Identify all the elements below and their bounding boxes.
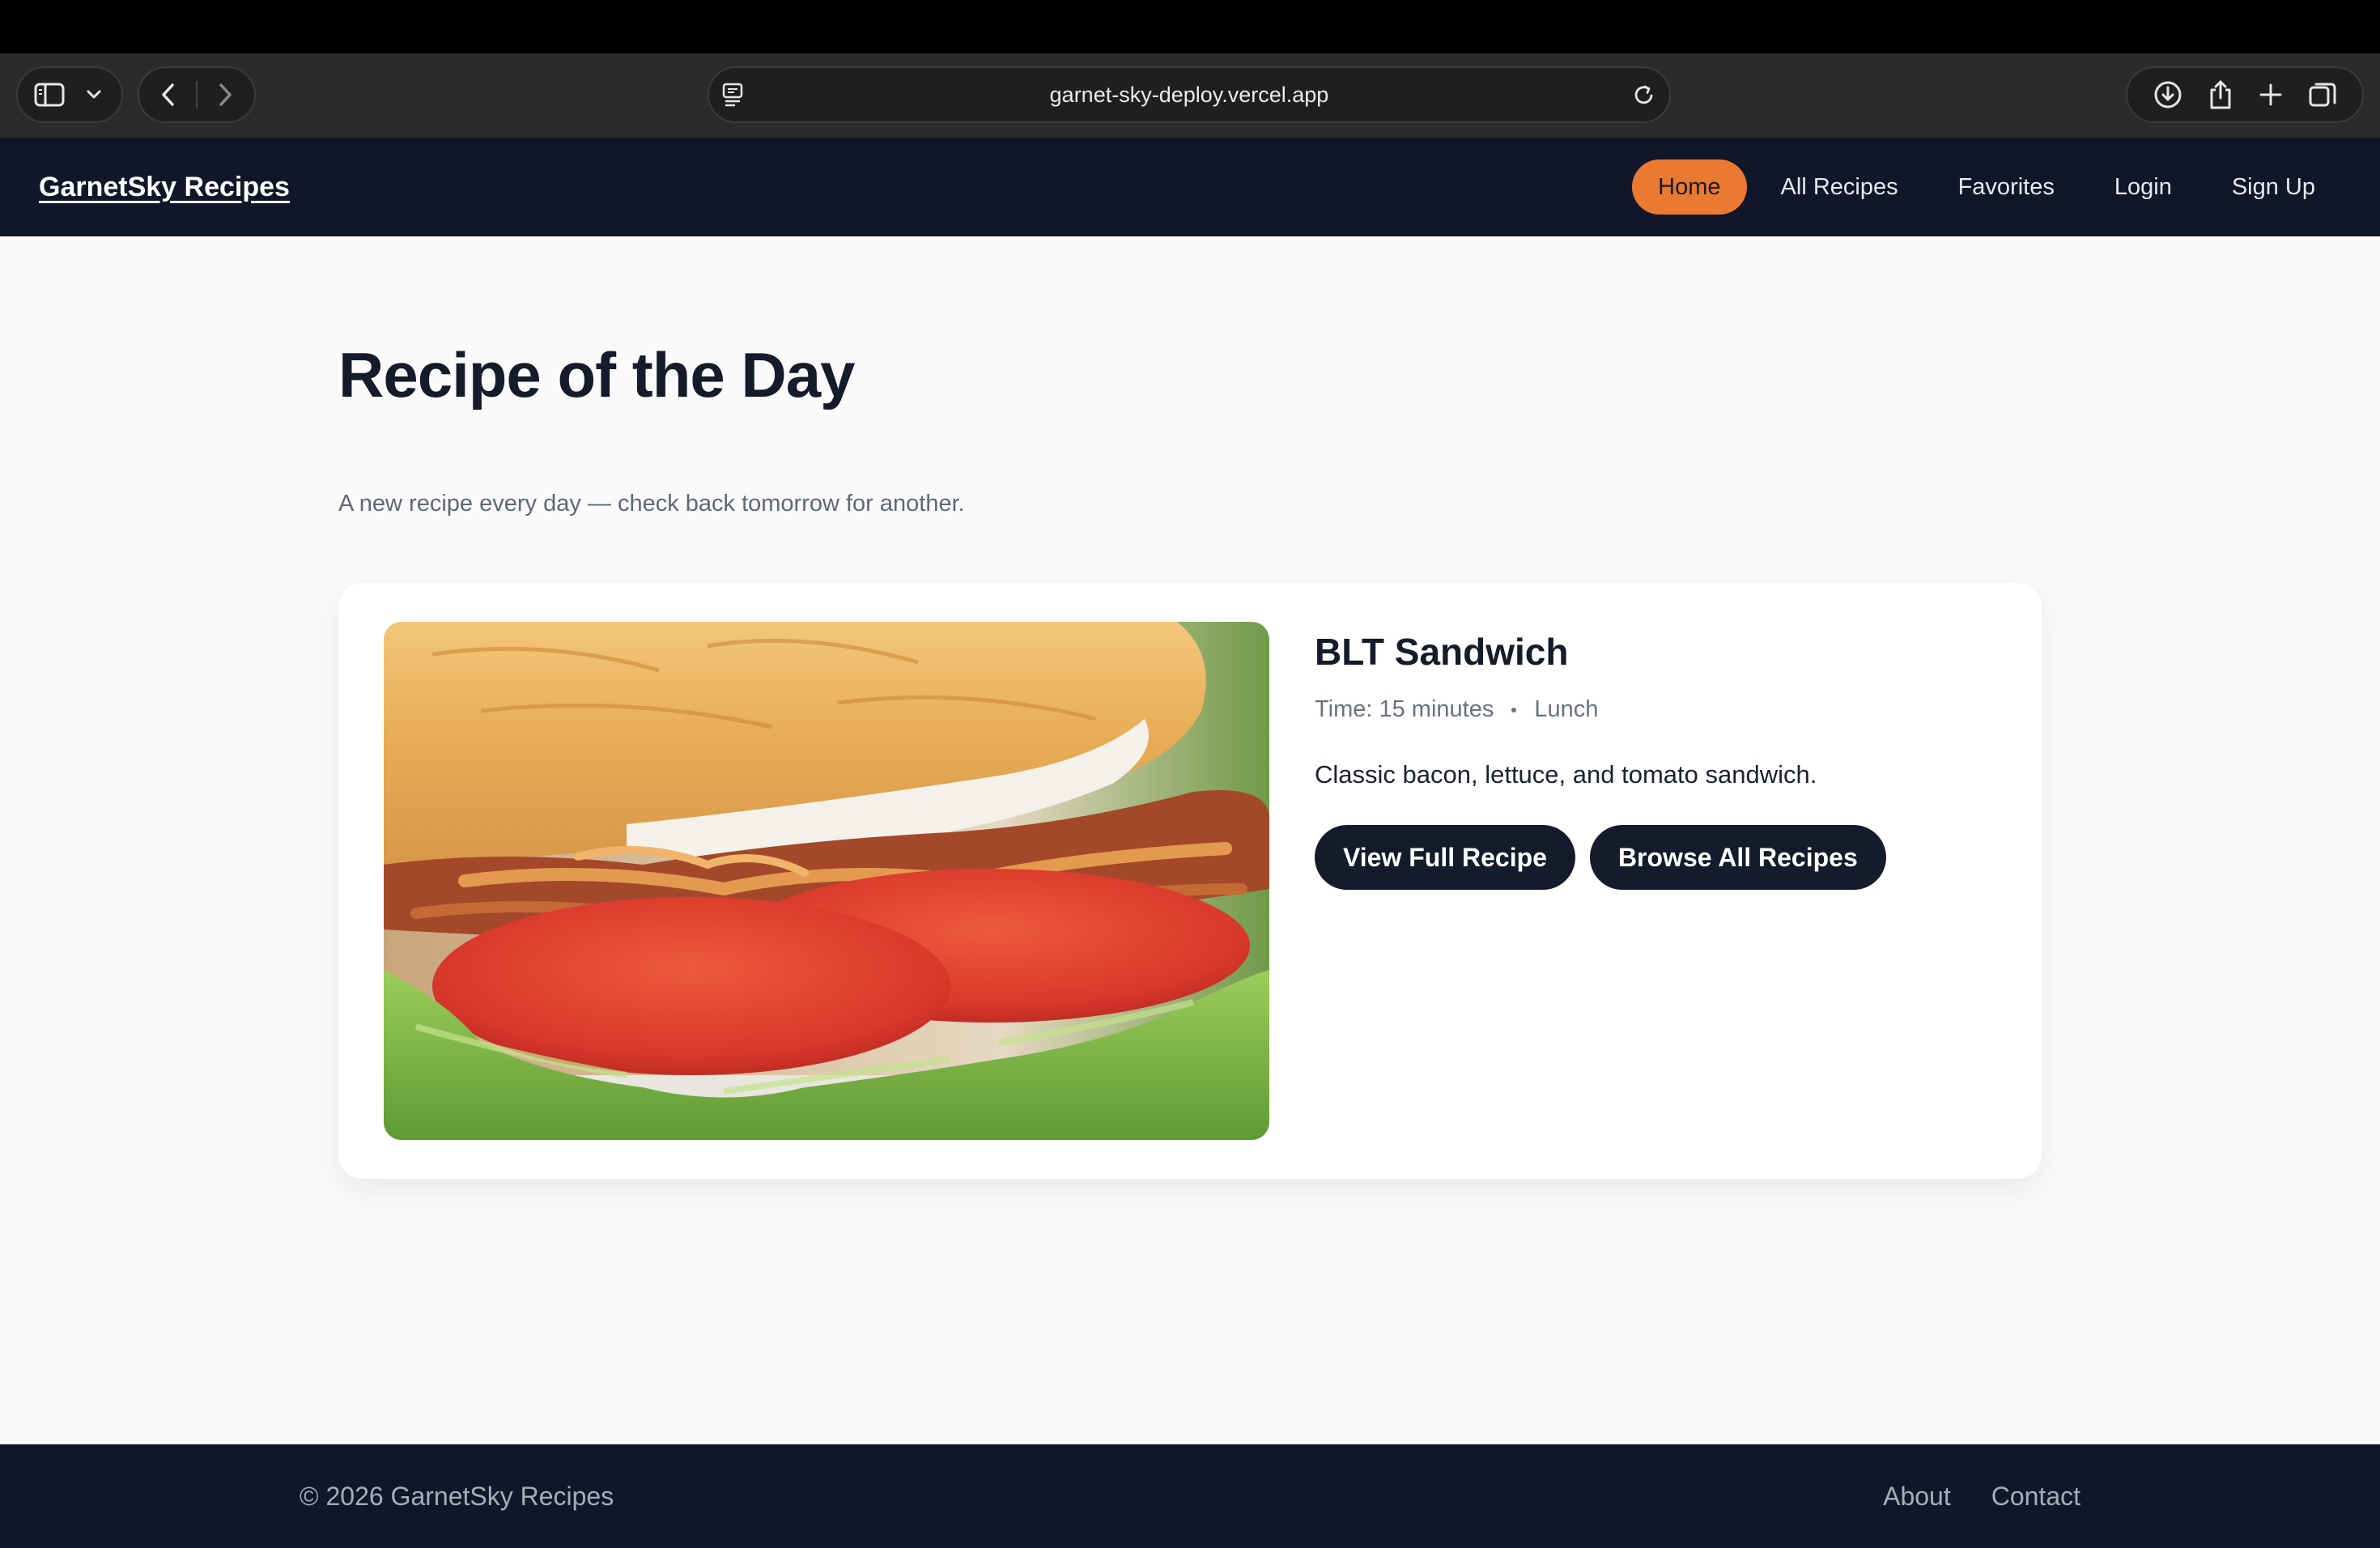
recipe-card: BLT Sandwich Time: 15 minutes Lunch Clas…: [338, 583, 2042, 1179]
browse-all-recipes-button[interactable]: Browse All Recipes: [1589, 825, 1886, 890]
footer-links: About Contact: [1883, 1444, 2080, 1548]
download-icon[interactable]: [2153, 79, 2183, 110]
share-icon[interactable]: [2207, 79, 2234, 111]
history-nav-group: [138, 66, 256, 123]
nav-divider: [196, 81, 198, 108]
recipe-description: Classic bacon, lettuce, and tomato sandw…: [1315, 760, 1817, 789]
browser-toolbar: garnet-sky-deploy.vercel.app: [0, 53, 2380, 138]
new-tab-icon[interactable]: [2258, 82, 2284, 108]
toolbar-actions: [2126, 66, 2364, 123]
nav-sign-up[interactable]: Sign Up: [2206, 159, 2341, 215]
sidebar-icon[interactable]: [34, 83, 65, 107]
footer-link-contact[interactable]: Contact: [1991, 1444, 2080, 1548]
url-text[interactable]: garnet-sky-deploy.vercel.app: [709, 68, 1669, 121]
address-bar[interactable]: garnet-sky-deploy.vercel.app: [708, 66, 1671, 123]
footer-link-about[interactable]: About: [1883, 1444, 1951, 1548]
back-icon[interactable]: [160, 83, 176, 107]
recipe-image[interactable]: [384, 622, 1269, 1140]
nav-favorites[interactable]: Favorites: [1932, 159, 2080, 215]
page-title: Recipe of the Day: [338, 339, 856, 410]
nav-login[interactable]: Login: [2089, 159, 2198, 215]
recipe-time: Time: 15 minutes: [1315, 696, 1494, 722]
copyright-text: © 2026 GarnetSky Recipes: [300, 1482, 614, 1511]
top-bezel: [0, 0, 2380, 53]
recipe-category: Lunch: [1534, 696, 1599, 722]
forward-icon[interactable]: [217, 83, 233, 107]
reload-icon[interactable]: [1632, 82, 1656, 108]
view-full-recipe-button[interactable]: View Full Recipe: [1315, 825, 1575, 890]
tab-overview-icon[interactable]: [2307, 79, 2338, 110]
recipe-name[interactable]: BLT Sandwich: [1315, 630, 2011, 674]
chevron-down-icon[interactable]: [86, 89, 102, 100]
page-subtitle: A new recipe every day — check back tomo…: [338, 491, 965, 517]
main-nav: Home All Recipes Favorites Login Sign Up: [1632, 159, 2341, 215]
sidebar-toggle-group[interactable]: [16, 66, 123, 123]
recipe-meta: Time: 15 minutes Lunch: [1315, 696, 2011, 723]
brand-logo-link[interactable]: GarnetSky Recipes: [39, 138, 290, 236]
site-footer: © 2026 GarnetSky Recipes About Contact: [0, 1444, 2380, 1548]
recipe-actions: View Full Recipe Browse All Recipes: [1315, 825, 2011, 890]
nav-home[interactable]: Home: [1632, 159, 1747, 215]
site-header: GarnetSky Recipes Home All Recipes Favor…: [0, 138, 2380, 236]
recipe-info: BLT Sandwich Time: 15 minutes Lunch Clas…: [1315, 630, 2011, 890]
nav-all-recipes[interactable]: All Recipes: [1755, 159, 1924, 215]
meta-separator-dot: [1511, 707, 1517, 712]
